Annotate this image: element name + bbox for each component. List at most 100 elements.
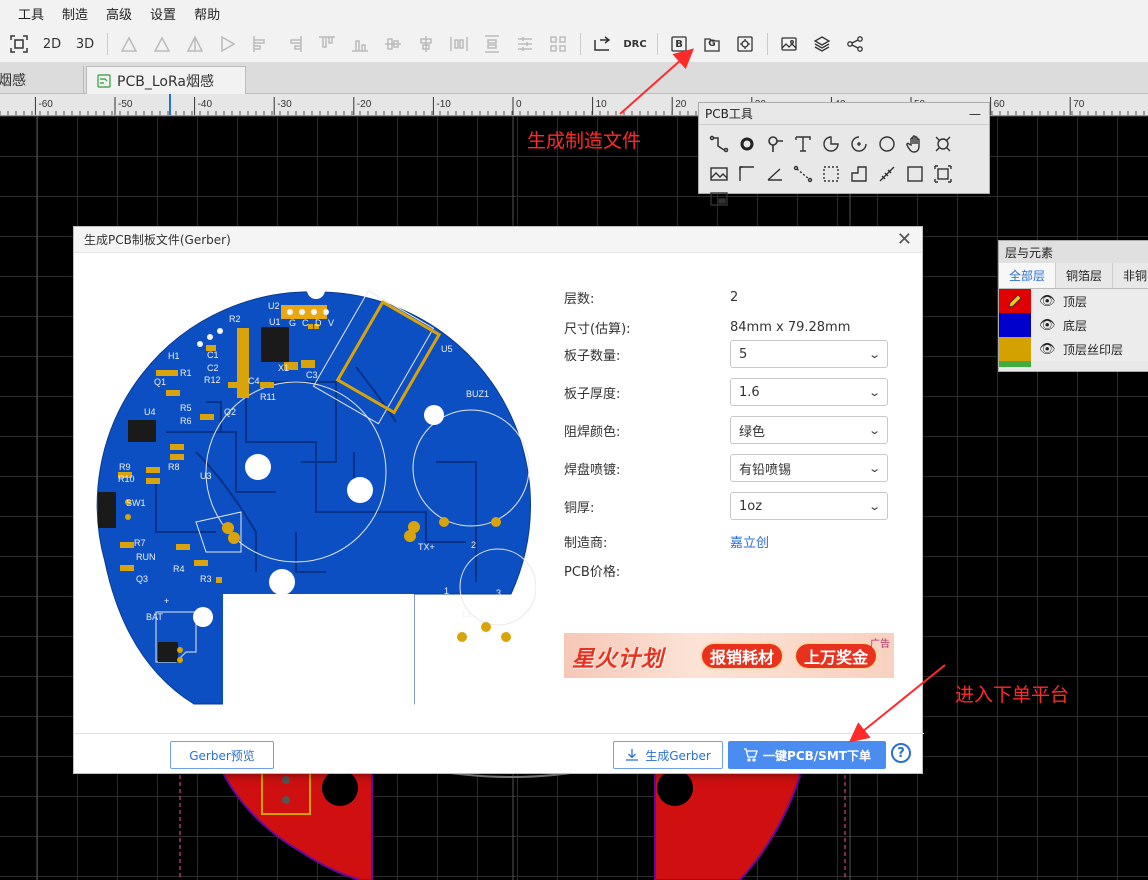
surface-finish-value: 有铅喷锡 <box>739 462 792 478</box>
pan-hand-icon[interactable] <box>901 129 929 159</box>
image-insert-icon[interactable] <box>705 159 733 189</box>
one-click-order-button[interactable]: 一键PCB/SMT下单 <box>728 741 886 769</box>
align-left-icon[interactable] <box>248 31 274 57</box>
layer-color-swatch[interactable] <box>999 289 1031 313</box>
eye-icon[interactable]: 👁 <box>1039 318 1057 333</box>
help-icon[interactable]: ? <box>891 743 911 763</box>
menu-manufacture[interactable]: 制造 <box>62 4 88 23</box>
tab-all-layers[interactable]: 全部层 <box>999 263 1057 288</box>
layer-row-bottom[interactable]: 👁 底层 <box>999 313 1148 337</box>
menu-settings[interactable]: 设置 <box>150 4 176 23</box>
silk-label-h1: H1 <box>168 351 180 361</box>
silk-label-x1: X1 <box>278 363 289 373</box>
view-3d-button[interactable]: 3D <box>72 31 98 57</box>
menu-help[interactable]: 帮助 <box>194 4 220 23</box>
ruler-label: 0 <box>516 99 522 110</box>
align-hcenter-icon[interactable] <box>380 31 406 57</box>
prop-copper-weight: 铜厚: 1oz ⌄ <box>564 492 894 520</box>
distribute-h-icon[interactable] <box>446 31 472 57</box>
quantity-select[interactable]: 5 ⌄ <box>730 340 888 368</box>
canvas-origin-icon[interactable] <box>929 159 957 189</box>
grid-align-icon[interactable] <box>545 31 571 57</box>
mask-color-value: 绿色 <box>739 424 766 440</box>
thickness-value: 1.6 <box>739 384 760 400</box>
menu-tools[interactable]: 工具 <box>18 4 44 23</box>
tab-pcb[interactable]: PCB_LoRa烟感 <box>86 66 246 94</box>
align-top-icon[interactable] <box>314 31 340 57</box>
prop-manufacturer-label: 制造商: <box>564 535 608 551</box>
layer-color-swatch[interactable] <box>999 313 1031 337</box>
toolbar-separator <box>107 33 108 55</box>
mask-color-select[interactable]: 绿色 ⌄ <box>730 416 888 444</box>
angle-icon[interactable] <box>761 159 789 189</box>
manufacturer-link[interactable]: 嘉立创 <box>730 532 769 551</box>
arc-center-icon[interactable] <box>845 129 873 159</box>
layer-row-top[interactable]: 👁 顶层 <box>999 289 1148 313</box>
layer-row-top-silk[interactable]: 👁 顶层丝印层 <box>999 337 1148 361</box>
via-icon[interactable] <box>761 129 789 159</box>
align-icon-4[interactable] <box>215 31 241 57</box>
toolbar-separator <box>767 33 768 55</box>
track-icon[interactable] <box>705 129 733 159</box>
text-icon[interactable] <box>789 129 817 159</box>
gerber-icon[interactable]: G <box>699 31 725 57</box>
silk-label-q2: Q2 <box>224 407 236 417</box>
bom-icon[interactable]: B <box>666 31 692 57</box>
eye-icon[interactable]: 👁 <box>1039 342 1057 357</box>
circle-icon[interactable] <box>873 129 901 159</box>
component-icon[interactable] <box>705 189 733 209</box>
promo-banner[interactable]: 星火计划 报销耗材 上万奖金 广告 <box>564 633 894 678</box>
silk-label-r8: R8 <box>168 462 180 472</box>
tab-copper-layers[interactable]: 铜箔层 <box>1056 263 1114 288</box>
region-icon[interactable] <box>817 159 845 189</box>
menu-advanced[interactable]: 高级 <box>106 4 132 23</box>
copper-weight-select[interactable]: 1oz ⌄ <box>730 492 888 520</box>
arc-icon[interactable] <box>817 129 845 159</box>
line-icon[interactable] <box>789 159 817 189</box>
spacing-icon[interactable] <box>512 31 538 57</box>
align-icon-2[interactable] <box>149 31 175 57</box>
silk-label-u5: U5 <box>441 344 453 354</box>
layers-icon[interactable] <box>809 31 835 57</box>
distribute-v-icon[interactable] <box>479 31 505 57</box>
copper-pour-icon[interactable] <box>929 129 957 159</box>
pick-place-icon[interactable] <box>732 31 758 57</box>
import-change-icon[interactable] <box>589 31 615 57</box>
silk-label-r11: R11 <box>260 392 276 402</box>
prop-mask-color-label: 阻焊颜色: <box>564 424 621 440</box>
drc-button[interactable]: DRC <box>622 31 648 57</box>
align-vcenter-icon[interactable] <box>413 31 439 57</box>
fit-view-icon[interactable] <box>6 31 32 57</box>
rectangle-icon[interactable] <box>901 159 929 189</box>
ruler-label: 70 <box>1073 99 1085 110</box>
tab-non-copper[interactable]: 非铜 <box>1113 263 1148 288</box>
image-icon[interactable] <box>776 31 802 57</box>
tab-pcb-label: PCB_LoRa烟感 <box>117 73 214 90</box>
align-right-icon[interactable] <box>281 31 307 57</box>
minimize-button[interactable]: — <box>969 107 981 121</box>
layer-color-swatch-partial <box>999 361 1031 367</box>
gerber-preview-button[interactable]: Gerber预览 <box>170 741 274 769</box>
pad-icon[interactable] <box>733 129 761 159</box>
prop-copper-weight-label: 铜厚: <box>564 500 595 516</box>
surface-finish-select[interactable]: 有铅喷锡 ⌄ <box>730 454 888 482</box>
banner-title: 星火计划 <box>572 647 665 672</box>
share-icon[interactable] <box>842 31 868 57</box>
dimension-icon[interactable] <box>733 159 761 189</box>
measure-icon[interactable] <box>873 159 901 189</box>
thickness-select[interactable]: 1.6 ⌄ <box>730 378 888 406</box>
layer-color-swatch[interactable] <box>999 337 1031 361</box>
polygon-icon[interactable] <box>845 159 873 189</box>
eye-icon[interactable]: 👁 <box>1039 294 1057 309</box>
close-icon[interactable]: ✕ <box>897 229 912 250</box>
generate-gerber-button[interactable]: 生成Gerber <box>613 741 723 769</box>
pcb-tools-header: PCB工具 — <box>699 103 989 125</box>
prop-layers-label: 层数: <box>564 291 595 307</box>
silk-label-pin2: 2 <box>471 540 476 550</box>
silk-label-r6: R6 <box>180 416 192 426</box>
align-bottom-icon[interactable] <box>347 31 373 57</box>
align-icon-3[interactable] <box>182 31 208 57</box>
view-2d-button[interactable]: 2D <box>39 31 65 57</box>
tab-schematic[interactable]: 烟感 <box>0 66 84 94</box>
align-icon-1[interactable] <box>116 31 142 57</box>
